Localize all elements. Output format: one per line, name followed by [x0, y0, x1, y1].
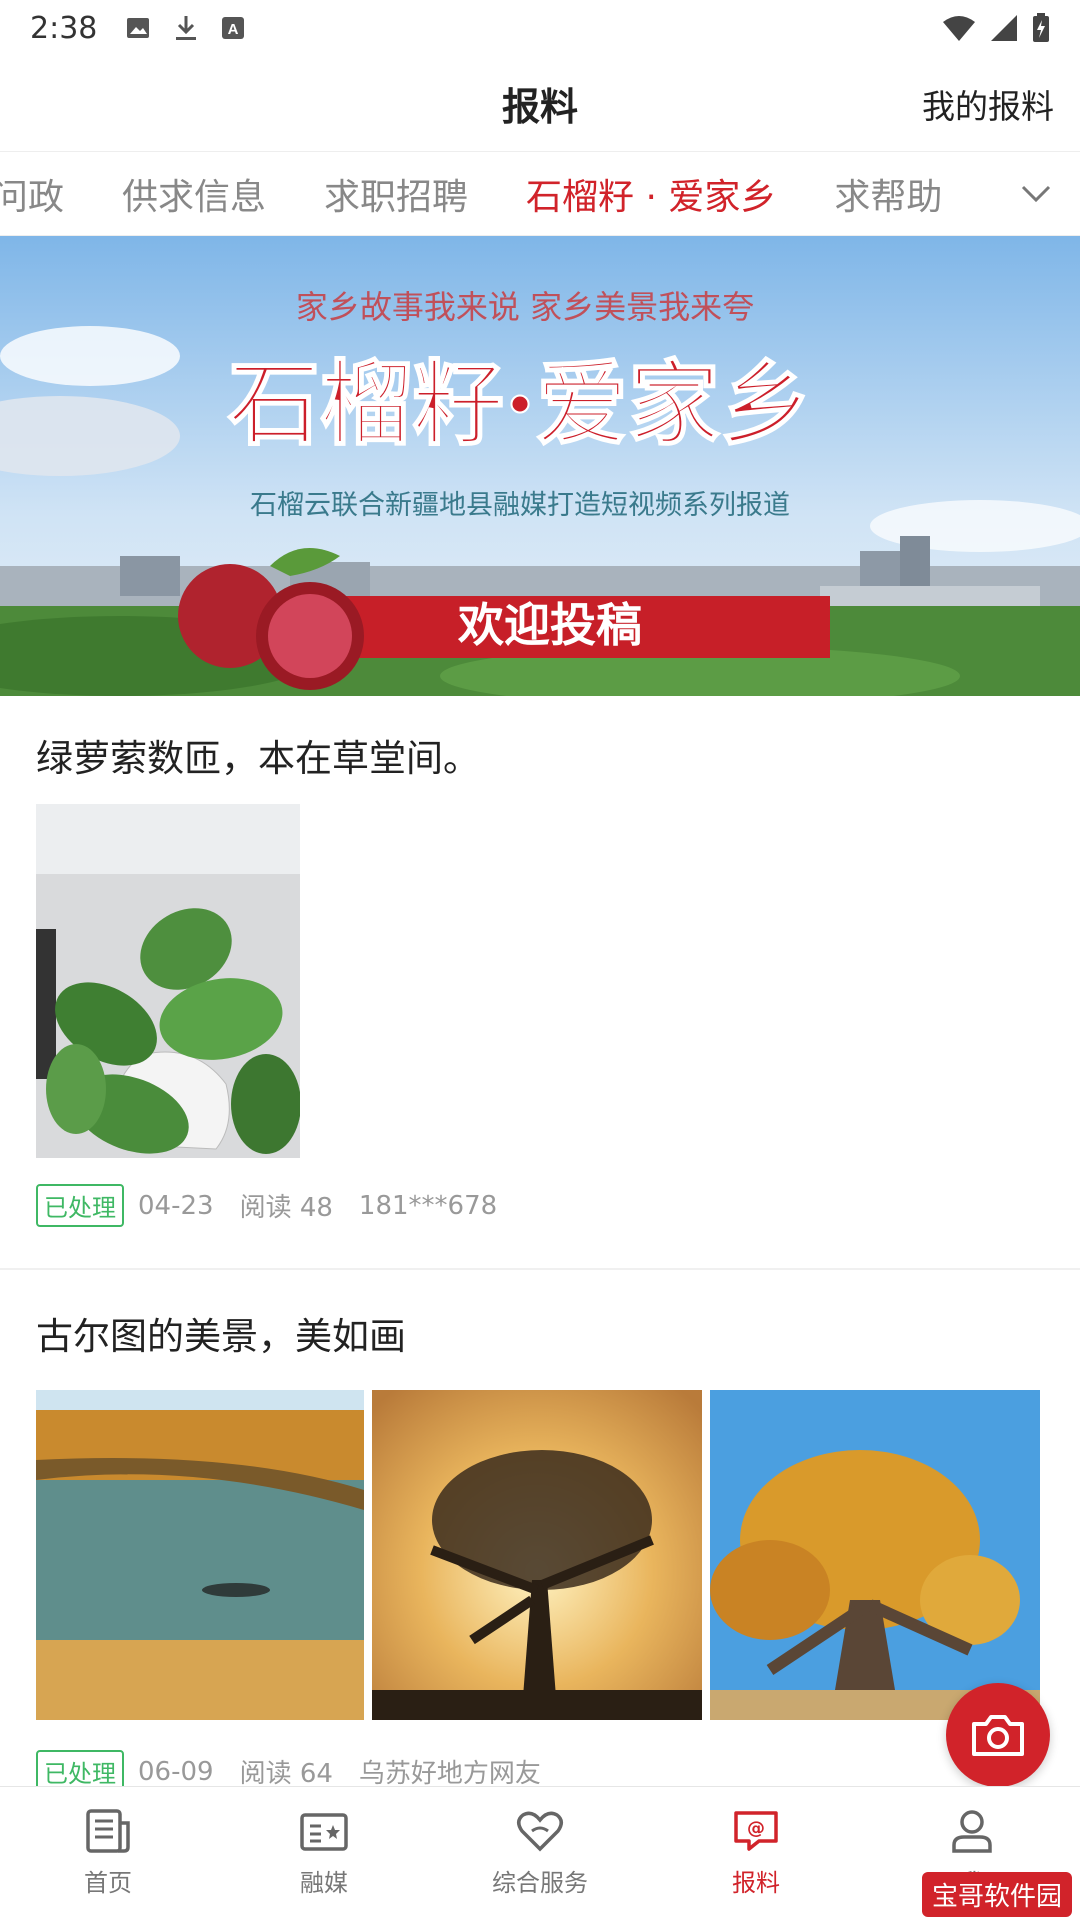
heart-service-icon — [517, 1811, 563, 1852]
nav-services[interactable]: 综合服务 — [432, 1787, 648, 1920]
svg-text:A: A — [228, 21, 239, 38]
nav-media[interactable]: 融媒 — [216, 1787, 432, 1920]
bottom-nav: 首页 融媒 综合服务 @ 报料 我 — [0, 1786, 1080, 1920]
status-time: 2:38 — [30, 10, 98, 46]
tab-supply-demand[interactable]: 供求信息 — [122, 168, 266, 220]
tab-jobs[interactable]: 求职招聘 — [324, 168, 468, 220]
newspaper-icon — [86, 1809, 130, 1853]
post-photo-poplar-tree[interactable] — [710, 1390, 1040, 1720]
promo-banner[interactable]: 家乡故事我来说 家乡美景我来夸 石榴籽·爱家乡 石榴云联合新疆地县融媒打造短视频… — [0, 236, 1080, 696]
nav-label: 综合服务 — [492, 1869, 588, 1897]
post-reads: 阅读 48 — [239, 1193, 333, 1223]
category-tabs: 问政 供求信息 求职招聘 石榴籽 · 爱家乡 求帮助 — [0, 152, 1080, 236]
post-date: 04-23 — [138, 1190, 214, 1221]
page-title: 报料 — [501, 85, 578, 129]
tab-help[interactable]: 求帮助 — [834, 168, 942, 220]
banner-headline: 石榴籽·爱家乡 — [228, 350, 812, 458]
svg-text:@: @ — [747, 1818, 765, 1839]
banner-subtitle: 石榴云联合新疆地县融媒打造短视频系列报道 — [250, 490, 790, 521]
post-author: 181***678 — [358, 1190, 498, 1221]
post-card[interactable]: 绿萝萦数匝，本在草堂间。 已处理 04-23 阅读 48 181***678 — [0, 696, 1080, 1256]
app-header: 报料 我的报料 — [0, 56, 1080, 152]
post-title: 绿萝萦数匝，本在草堂间。 — [36, 737, 480, 780]
camera-icon — [972, 1715, 1024, 1756]
post-date: 06-09 — [138, 1756, 214, 1787]
battery-icon — [1033, 13, 1049, 42]
gallery-icon — [127, 18, 150, 38]
banner-image: 家乡故事我来说 家乡美景我来夸 石榴籽·爱家乡 石榴云联合新疆地县融媒打造短视频… — [0, 236, 1080, 696]
post-reads: 阅读 64 — [239, 1759, 333, 1789]
my-reports-link[interactable]: 我的报料 — [922, 80, 1054, 128]
nav-report[interactable]: @ 报料 — [648, 1787, 864, 1920]
watermark: 宝哥软件园 — [921, 1872, 1072, 1917]
status-badge: 已处理 — [36, 1184, 124, 1227]
camera-fab-button[interactable] — [946, 1683, 1050, 1787]
nav-label: 首页 — [84, 1869, 132, 1897]
nav-home[interactable]: 首页 — [0, 1787, 216, 1920]
post-author: 乌苏好地方网友 — [358, 1759, 541, 1789]
text-a-icon: A — [222, 17, 245, 39]
post-meta: 已处理 04-23 阅读 48 181***678 — [36, 1184, 523, 1227]
nav-label: 报料 — [732, 1869, 780, 1897]
post-photo-lake[interactable] — [36, 1390, 364, 1720]
wifi-icon — [943, 16, 975, 41]
tab-wenzheng[interactable]: 问政 — [0, 168, 64, 220]
signal-icon — [991, 15, 1017, 41]
tab-pomegranate-hometown[interactable]: 石榴籽 · 爱家乡 — [526, 168, 776, 220]
banner-tagline: 家乡故事我来说 家乡美景我来夸 — [296, 288, 754, 326]
nav-label: 融媒 — [300, 1869, 348, 1897]
user-icon — [952, 1810, 992, 1853]
post-photo-sunset-tree[interactable] — [372, 1390, 702, 1720]
post-title: 古尔图的美景，美如画 — [36, 1315, 406, 1358]
report-chat-icon: @ — [734, 1811, 778, 1851]
post-photo[interactable] — [36, 804, 300, 1158]
tabs-expand-button[interactable] — [1014, 172, 1058, 216]
media-card-icon — [300, 1813, 348, 1851]
download-icon — [176, 16, 197, 40]
chevron-down-icon — [1021, 185, 1051, 203]
post-card[interactable]: 古尔图的美景，美如画 已处理 06-09 阅读 64 乌苏好地方网友 — [0, 1270, 1080, 1793]
banner-cta: 欢迎投稿 — [457, 598, 642, 652]
status-bar: 2:38 A — [0, 0, 1080, 56]
